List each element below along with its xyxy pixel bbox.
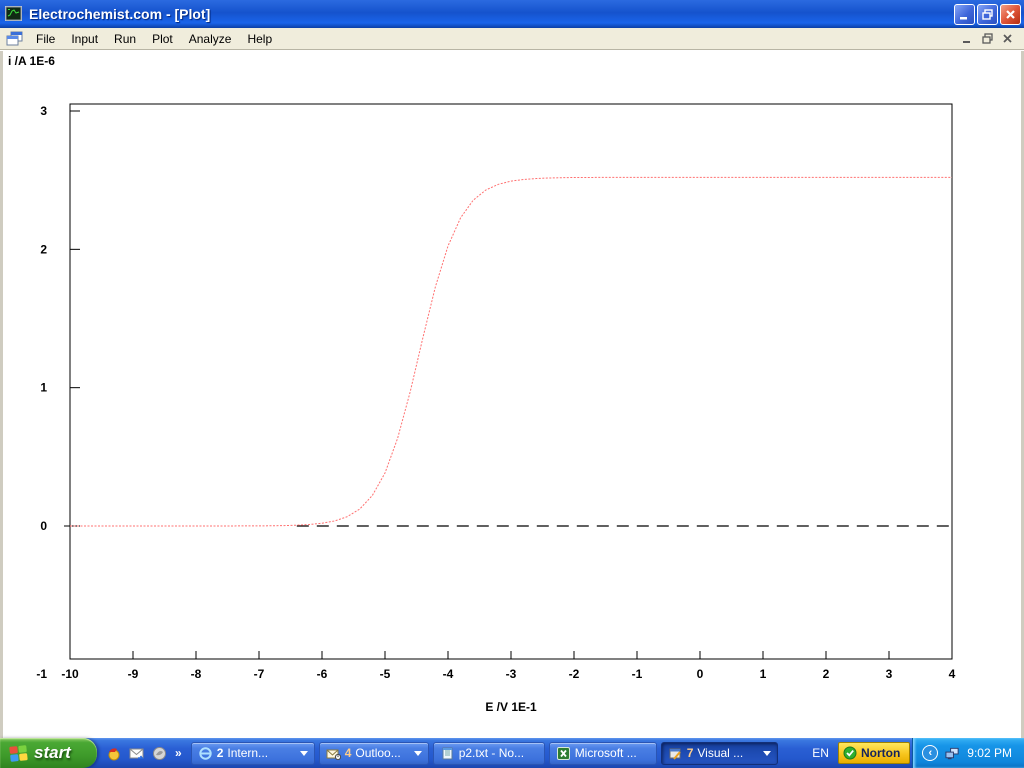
taskbar-button-label: Microsoft ... xyxy=(575,746,637,760)
norton-check-icon xyxy=(843,746,857,760)
taskbar-button-notepad[interactable]: p2.txt - No... xyxy=(433,742,545,765)
x-tick-label: 4 xyxy=(949,667,956,681)
y-tick-label: 2 xyxy=(40,242,47,256)
x-tick-label: -8 xyxy=(191,667,202,681)
system-tray: ‹ 9:02 PM xyxy=(912,738,1024,768)
x-tick-label: -7 xyxy=(254,667,265,681)
x-tick-label: -9 xyxy=(128,667,139,681)
window-title: Electrochemist.com - [Plot] xyxy=(29,6,952,22)
x-tick-label: -1 xyxy=(632,667,643,681)
visual-basic-icon xyxy=(668,746,683,761)
menu-input[interactable]: Input xyxy=(63,29,106,49)
windows-flag-icon xyxy=(7,741,30,764)
chevron-down-icon xyxy=(763,751,771,756)
quick-launch-overflow-chevron[interactable]: » xyxy=(175,746,182,760)
internet-explorer-icon xyxy=(198,746,213,761)
x-tick-label: -4 xyxy=(443,667,454,681)
y-tick-label: -1 xyxy=(36,667,47,681)
y-axis-title: i /A 1E-6 xyxy=(8,54,55,68)
x-tick-label: 1 xyxy=(760,667,767,681)
mdi-child-window-icon[interactable] xyxy=(6,31,24,46)
voltammogram-curve xyxy=(70,177,952,526)
language-indicator[interactable]: EN xyxy=(803,746,838,760)
title-bar: Electrochemist.com - [Plot] xyxy=(0,0,1024,28)
x-tick-label: -10 xyxy=(61,667,79,681)
taskbar-button-visual-basic[interactable]: 7 Visual ... xyxy=(661,742,778,765)
mdi-window-controls xyxy=(961,32,1018,45)
network-connection-icon[interactable] xyxy=(945,746,960,761)
minimize-button[interactable] xyxy=(954,4,975,25)
taskbar-button-label: Outloo... xyxy=(355,746,400,760)
mdi-minimize-icon[interactable] xyxy=(961,32,974,45)
quick-launch-bar: » xyxy=(97,746,191,761)
taskbar-button-outlook[interactable]: 4 Outloo... xyxy=(319,742,429,765)
chevron-down-icon xyxy=(414,751,422,756)
x-tick-label: -5 xyxy=(380,667,391,681)
menu-plot[interactable]: Plot xyxy=(144,29,181,49)
plot-frame xyxy=(70,104,952,659)
voltammogram-plot: 3210-1-10-9-8-7-6-5-4-3-2-101234i /A 1E-… xyxy=(0,51,1024,739)
y-tick-label: 3 xyxy=(40,104,47,118)
hide-inactive-icons-chevron[interactable]: ‹ xyxy=(922,745,938,761)
launcher-icon[interactable] xyxy=(106,746,121,761)
y-tick-label: 1 xyxy=(40,381,47,395)
x-tick-label: -3 xyxy=(506,667,517,681)
taskbar-button-label: p2.txt - No... xyxy=(459,746,524,760)
notepad-icon xyxy=(440,746,455,761)
group-count: 7 xyxy=(687,746,694,760)
plot-client-area: 3210-1-10-9-8-7-6-5-4-3-2-101234i /A 1E-… xyxy=(0,51,1024,738)
app-plot-icon xyxy=(5,6,23,22)
chevron-down-icon xyxy=(300,751,308,756)
restore-button[interactable] xyxy=(977,4,998,25)
mdi-restore-icon[interactable] xyxy=(981,32,994,45)
taskbar-button-label: Intern... xyxy=(227,746,268,760)
norton-antivirus-badge[interactable]: Norton xyxy=(838,742,910,764)
close-button[interactable] xyxy=(1000,4,1021,25)
excel-icon xyxy=(556,746,571,761)
start-label: start xyxy=(34,743,71,763)
taskbar-button-label: Visual ... xyxy=(697,746,743,760)
start-button[interactable]: start xyxy=(0,738,97,768)
norton-label: Norton xyxy=(861,746,900,760)
x-axis-title: E /V 1E-1 xyxy=(485,700,537,714)
y-tick-label: 0 xyxy=(40,519,47,533)
group-count: 2 xyxy=(217,746,224,760)
x-tick-label: 3 xyxy=(886,667,893,681)
x-tick-label: 2 xyxy=(823,667,830,681)
group-count: 4 xyxy=(345,746,352,760)
x-tick-label: -2 xyxy=(569,667,580,681)
menu-run[interactable]: Run xyxy=(106,29,144,49)
x-tick-label: -6 xyxy=(317,667,328,681)
mdi-close-icon[interactable] xyxy=(1001,32,1014,45)
taskbar: start » xyxy=(0,738,1024,768)
menu-help[interactable]: Help xyxy=(239,29,280,49)
taskbar-clock: 9:02 PM xyxy=(967,746,1012,760)
messenger-icon[interactable] xyxy=(152,746,167,761)
menu-file[interactable]: File xyxy=(28,29,63,49)
envelope-icon[interactable] xyxy=(129,746,144,761)
taskbar-button-excel[interactable]: Microsoft ... xyxy=(549,742,657,765)
menu-bar: File Input Run Plot Analyze Help xyxy=(0,28,1024,50)
menu-analyze[interactable]: Analyze xyxy=(181,29,240,49)
taskbar-button-internet-explorer[interactable]: 2 Intern... xyxy=(191,742,315,765)
outlook-icon xyxy=(326,746,341,761)
x-tick-label: 0 xyxy=(697,667,704,681)
window-left-edge xyxy=(0,51,3,738)
